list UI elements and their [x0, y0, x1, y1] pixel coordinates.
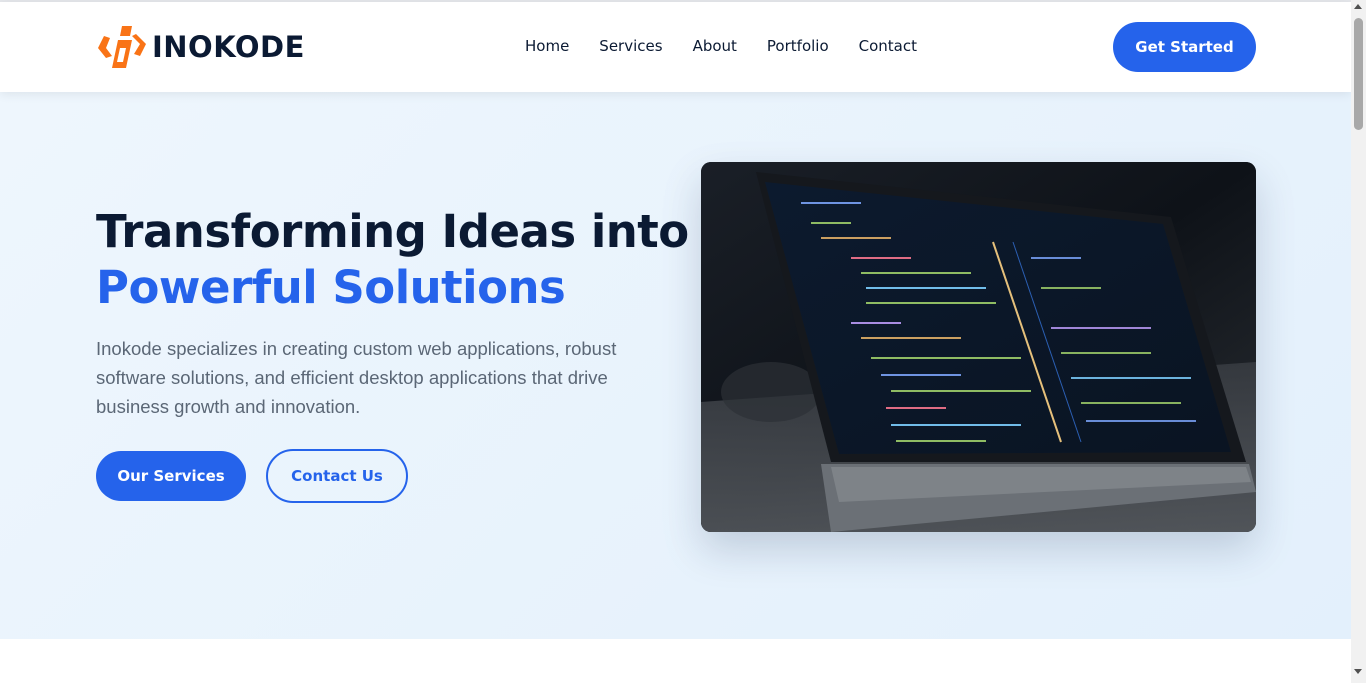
scroll-up-arrow-icon[interactable] — [1354, 4, 1362, 9]
get-started-button[interactable]: Get Started — [1113, 22, 1256, 72]
logo[interactable]: INOKODE — [96, 22, 305, 72]
nav-home[interactable]: Home — [525, 37, 569, 55]
i-logo-icon — [96, 22, 150, 72]
main-nav: Home Services About Portfolio Contact — [525, 37, 917, 55]
logo-text: INOKODE — [152, 30, 305, 64]
hero-description: Inokode specializes in creating custom w… — [96, 338, 617, 417]
page-scrollbar[interactable] — [1351, 0, 1366, 683]
nav-contact[interactable]: Contact — [859, 37, 917, 55]
hero-title: Transforming Ideas into Powerful Solutio… — [96, 204, 689, 316]
nav-about[interactable]: About — [693, 37, 737, 55]
scroll-down-arrow-icon[interactable] — [1354, 669, 1362, 674]
our-services-button[interactable]: Our Services — [96, 451, 246, 501]
contact-us-button[interactable]: Contact Us — [266, 449, 408, 503]
page: INOKODE Home Services About Portfolio Co… — [0, 0, 1351, 683]
hero-section: Transforming Ideas into Powerful Solutio… — [0, 92, 1351, 639]
scroll-thumb[interactable] — [1354, 18, 1363, 130]
hero-title-line2: Powerful Solutions — [96, 261, 566, 314]
site-header: INOKODE Home Services About Portfolio Co… — [0, 2, 1351, 92]
hero-title-line1: Transforming Ideas into — [96, 205, 689, 258]
hero-laptop-image — [701, 162, 1256, 532]
next-section — [0, 639, 1351, 683]
nav-services[interactable]: Services — [599, 37, 662, 55]
nav-portfolio[interactable]: Portfolio — [767, 37, 829, 55]
